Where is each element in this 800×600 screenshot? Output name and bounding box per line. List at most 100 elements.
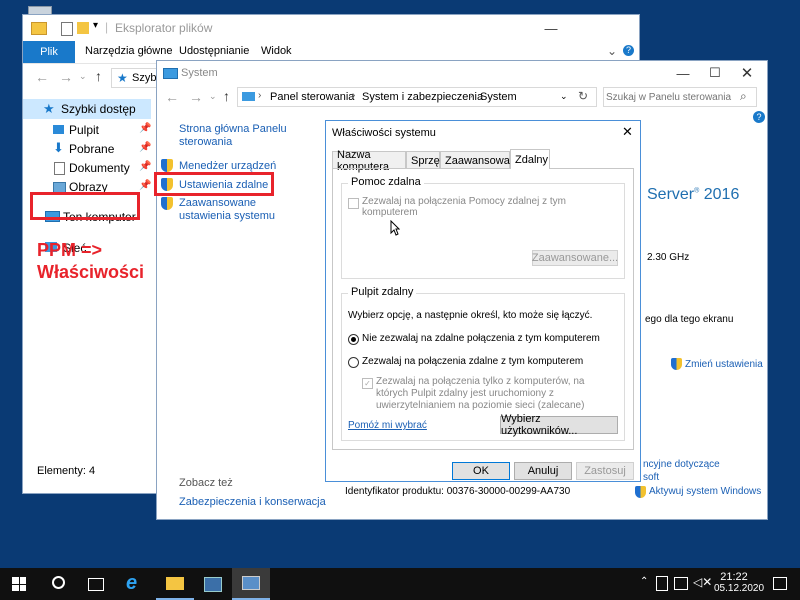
explorer-title: Eksplorator plików [115, 21, 213, 35]
system-icon [242, 576, 260, 590]
tab-remote[interactable]: Zdalny [510, 149, 550, 169]
qa-dropdown-icon[interactable]: ▾ [93, 20, 98, 31]
shield-icon [671, 358, 682, 370]
link-device-manager[interactable]: Menedżer urządzeń [179, 160, 276, 172]
show-hidden-icons[interactable]: ⌃ [640, 576, 648, 587]
tab-computer-name[interactable]: Nazwa komputera [332, 149, 406, 173]
download-icon: ⬇ [53, 140, 64, 155]
checkbox-assist[interactable] [348, 198, 359, 209]
new-folder-qa-icon[interactable] [77, 22, 89, 34]
tab-home[interactable]: Narzędzia główne [85, 45, 172, 57]
taskbar-system-button[interactable] [232, 568, 270, 600]
clock[interactable]: 21:22 05.12.2020 [714, 571, 764, 594]
clipboard-icon[interactable] [656, 576, 668, 591]
tab-share[interactable]: Udostępnianie [179, 45, 249, 57]
notification-button[interactable] [762, 568, 796, 600]
forward-icon[interactable]: → [59, 69, 73, 85]
start-button[interactable] [0, 568, 38, 600]
pin-icon[interactable]: 📌 [139, 180, 151, 191]
assist-advanced-button[interactable]: Zaawansowane... [532, 250, 618, 266]
explorer-titlebar[interactable]: ▾ | Eksplorator plików — [23, 15, 639, 41]
clock-time: 21:22 [720, 571, 748, 583]
pin-icon[interactable]: 📌 [139, 142, 151, 153]
task-view-button[interactable] [78, 568, 114, 600]
tab-view[interactable]: Widok [261, 45, 292, 57]
notification-icon [773, 577, 787, 590]
ribbon-expand-icon[interactable]: ⌄ [607, 44, 617, 58]
radio-allow[interactable] [348, 357, 359, 368]
link-control-panel-home[interactable]: Strona główna Panelu sterowania [179, 123, 289, 149]
link-activate-windows[interactable]: Aktywuj system Windows [649, 486, 761, 497]
back-icon[interactable]: ← [35, 69, 49, 85]
select-users-button[interactable]: Wybierz użytkowników... [500, 413, 618, 437]
license-terms-fragment[interactable]: ncyjne dotyczące [643, 459, 720, 470]
internet-explorer-icon: e [126, 572, 138, 594]
chevron-right-icon: › [258, 90, 262, 101]
close-button[interactable]: ✕ [731, 61, 763, 86]
crumb-security[interactable]: System i zabezpieczenia [362, 91, 483, 103]
search-input[interactable] [606, 90, 734, 104]
up-icon[interactable]: ↑ [95, 68, 102, 84]
tab-panel: Pomoc zdalna Zezwalaj na połączenia Pomo… [332, 168, 634, 450]
nav-item-documents[interactable]: Dokumenty 📌 [23, 159, 151, 177]
nav-item-quick-access[interactable]: ★ Szybki dostęp [23, 99, 151, 119]
system-properties-dialog: Właściwości systemu ✕ Nazwa komputera Sp… [325, 120, 641, 482]
help-icon[interactable]: ? [753, 111, 765, 123]
recent-dropdown-icon[interactable]: ⌄ [209, 91, 217, 102]
help-icon[interactable]: ? [623, 45, 634, 56]
up-icon[interactable]: ↑ [223, 88, 230, 104]
search-icon[interactable]: ⌕ [740, 89, 747, 104]
refresh-icon[interactable]: ↻ [578, 89, 588, 103]
crumb-control-panel[interactable]: Panel sterowania [270, 91, 354, 103]
nav-item-downloads[interactable]: ⬇ Pobrane 📌 [23, 140, 151, 158]
minimize-button[interactable]: — [667, 61, 699, 86]
system-app-icon [163, 68, 178, 79]
tab-advanced[interactable]: Zaawansowane [440, 151, 522, 169]
chevron-right-icon: › [352, 90, 356, 101]
link-advanced-settings[interactable]: Zaawansowane ustawienia systemu [179, 197, 299, 223]
tab-hardware[interactable]: Sprzęt [406, 151, 443, 169]
title-separator: | [105, 20, 109, 34]
link-help-choose[interactable]: Pomóż mi wybrać [348, 420, 427, 431]
system-nav-row: ← → ⌄ ↑ › Panel sterowania › System i za… [157, 85, 767, 111]
back-icon[interactable]: ← [165, 89, 179, 105]
address-dropdown-icon[interactable]: ⌄ [560, 91, 568, 102]
control-panel-icon [242, 92, 255, 101]
highlight-this-pc [30, 192, 140, 220]
recent-dropdown-icon[interactable]: ⌄ [79, 71, 87, 82]
link-change-settings[interactable]: Zmień ustawienia [685, 359, 763, 370]
nla-label: Zezwalaj na połączenia tylko z komputeró… [376, 376, 585, 411]
system-title: System [181, 67, 218, 79]
ok-button[interactable]: OK [452, 462, 510, 480]
taskbar-server-manager-button[interactable] [194, 568, 232, 600]
maximize-button[interactable]: ☐ [699, 61, 731, 86]
volume-icon[interactable]: ◁✕ [693, 575, 712, 589]
properties-qa-icon[interactable] [61, 22, 73, 36]
system-search[interactable]: ⌕ [603, 87, 757, 107]
network-icon[interactable] [674, 577, 688, 590]
nav-item-desktop[interactable]: Pulpit 📌 [23, 121, 151, 139]
cancel-button[interactable]: Anuluj [514, 462, 572, 480]
forward-icon[interactable]: → [189, 89, 203, 105]
explorer-address-bar[interactable]: ★ Szyb [111, 68, 157, 88]
crumb-system[interactable]: System [480, 91, 517, 103]
tab-plik[interactable]: Plik [23, 41, 75, 63]
minimize-button[interactable]: — [535, 15, 567, 41]
explorer-status: Elementy: 4 [37, 465, 96, 477]
radio-deny[interactable] [348, 334, 359, 345]
pin-icon[interactable]: 📌 [139, 161, 151, 172]
apply-button[interactable]: Zastosuj [576, 462, 634, 480]
close-icon[interactable]: ✕ [622, 124, 633, 140]
search-taskbar-button[interactable] [40, 568, 76, 600]
taskbar-ie-button[interactable]: e [116, 568, 154, 600]
nav-label: Dokumenty [69, 161, 130, 175]
license-terms-fragment-2[interactable]: soft [643, 472, 659, 483]
taskbar-explorer-button[interactable] [156, 568, 194, 600]
pin-icon[interactable]: 📌 [139, 123, 151, 134]
radio-deny-label: Nie zezwalaj na zdalne połączenia z tym … [362, 333, 600, 344]
link-security-maintenance[interactable]: Zabezpieczenia i konserwacja [179, 496, 326, 508]
see-also-label: Zobacz też [179, 477, 233, 489]
system-titlebar[interactable]: System — ☐ ✕ [157, 61, 767, 85]
system-address-bar[interactable]: › Panel sterowania › System i zabezpiecz… [237, 87, 597, 107]
checkbox-nla[interactable]: ✓ [362, 378, 373, 389]
